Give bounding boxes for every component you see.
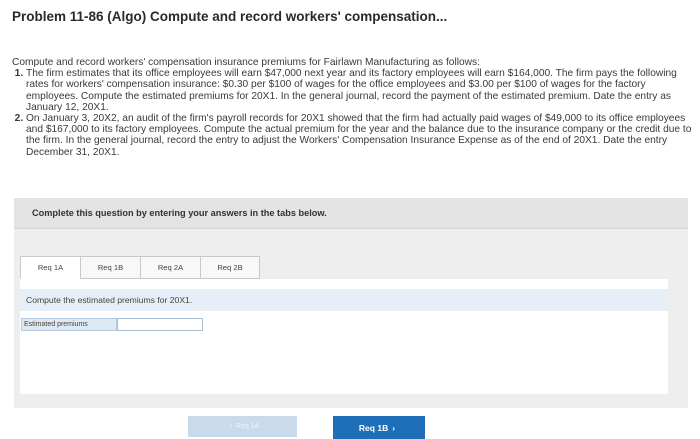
tab-req-2b[interactable]: Req 2B xyxy=(200,256,260,279)
tab-req-2a[interactable]: Req 2A xyxy=(140,256,200,279)
problem-statement: Compute and record workers' compensation… xyxy=(12,57,692,158)
problem-item-2: On January 3, 20X2, an audit of the firm… xyxy=(26,113,692,158)
estimated-premiums-input[interactable] xyxy=(117,318,203,331)
tab-req-1a[interactable]: Req 1A xyxy=(20,256,80,279)
problem-item-1: The firm estimates that its office emplo… xyxy=(26,68,692,113)
page-title: Problem 11-86 (Algo) Compute and record … xyxy=(12,9,448,24)
question-text: Compute the estimated premiums for 20X1. xyxy=(26,295,193,305)
question-panel: Complete this question by entering your … xyxy=(14,198,688,439)
problem-intro: Compute and record workers' compensation… xyxy=(12,57,480,68)
next-req-label: Req 1B xyxy=(358,422,389,433)
tab-content: Compute the estimated premiums for 20X1.… xyxy=(20,279,668,439)
prev-req-label: Req 1A xyxy=(235,423,260,430)
panel-header: Complete this question by entering your … xyxy=(14,198,688,229)
chevron-right-icon: › xyxy=(392,422,396,433)
question-band: Compute the estimated premiums for 20X1. xyxy=(20,289,668,311)
chevron-left-icon: ‹ xyxy=(229,423,232,430)
estimated-premiums-label: Estimated premiums xyxy=(21,318,117,331)
panel-instruction: Complete this question by entering your … xyxy=(32,208,327,218)
tab-bar: Req 1A Req 1B Req 2A Req 2B xyxy=(20,256,260,279)
next-req-button[interactable]: Req 1B › xyxy=(333,416,425,439)
tab-req-1b[interactable]: Req 1B xyxy=(80,256,140,279)
